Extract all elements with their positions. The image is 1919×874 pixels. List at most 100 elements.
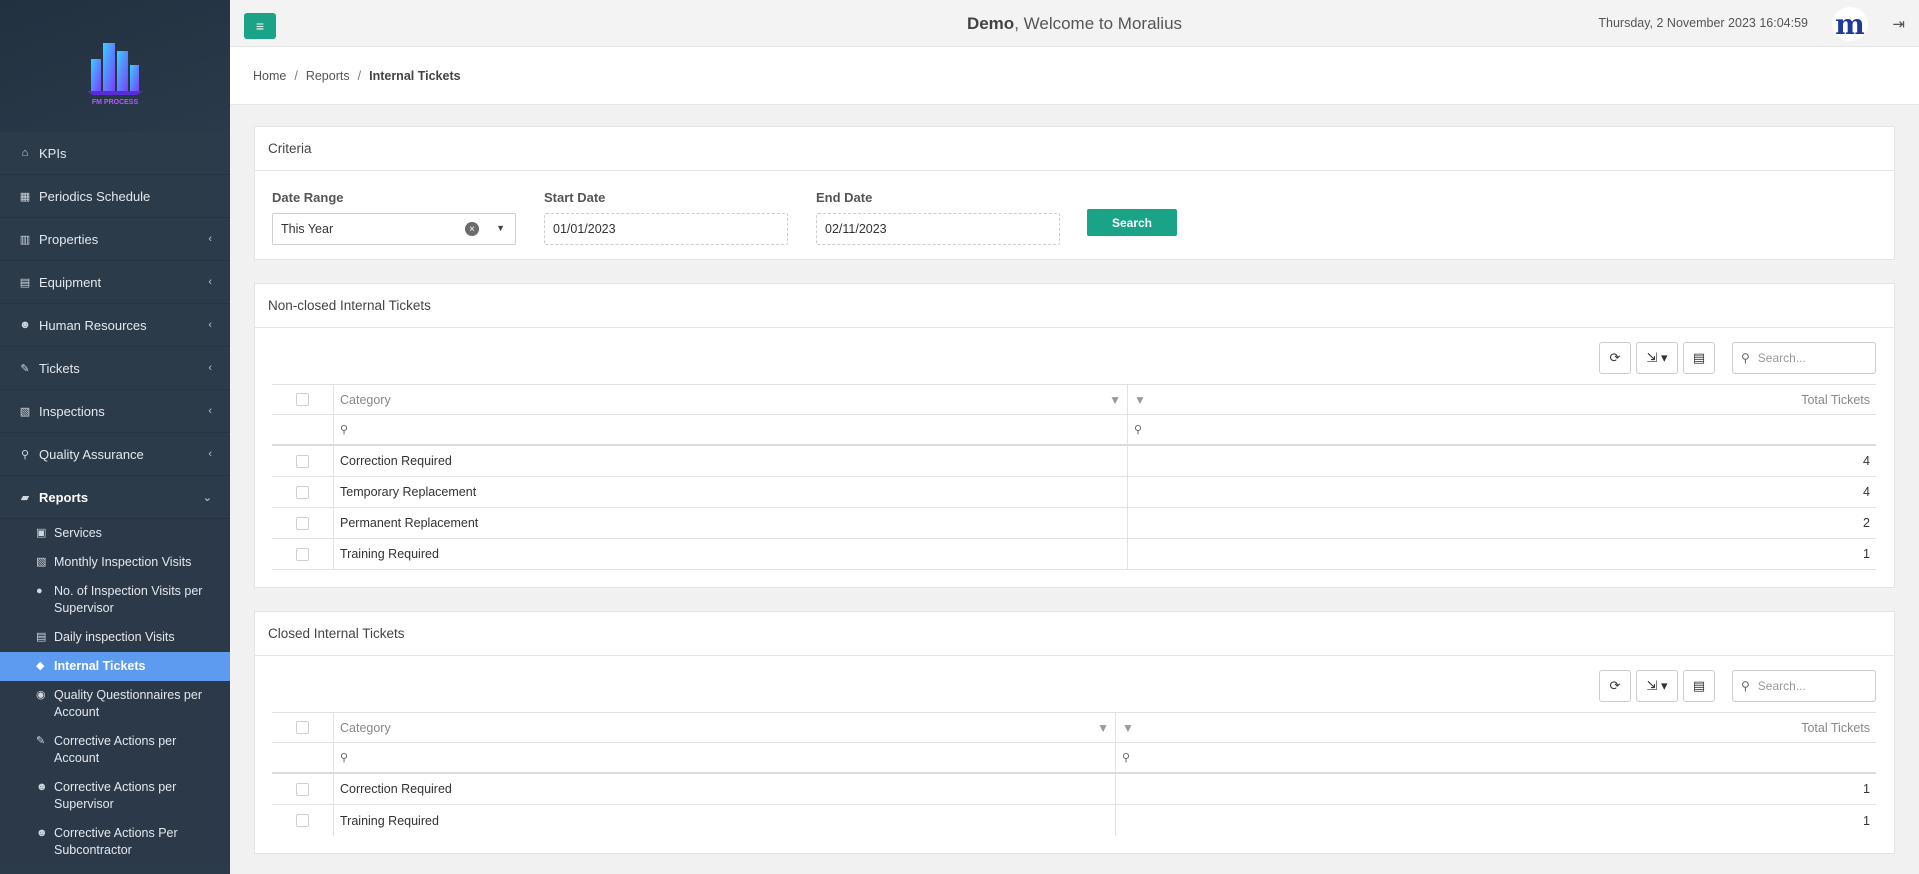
calendar-icon: ▦ xyxy=(19,190,31,203)
clear-icon[interactable]: × xyxy=(465,222,479,236)
table-row[interactable]: Permanent Replacement 2 xyxy=(272,508,1876,539)
export-button[interactable]: ⇲ ▾ xyxy=(1636,342,1678,374)
grid-search-input[interactable]: ⚲ Search... xyxy=(1732,342,1876,374)
moralius-logo-icon[interactable]: m xyxy=(1832,7,1868,41)
sub-label: Monthly Inspection Visits xyxy=(54,555,192,569)
row-checkbox[interactable] xyxy=(296,814,309,827)
row-checkbox[interactable] xyxy=(296,782,309,796)
ticket-icon: ✎ xyxy=(20,362,30,375)
column-header-category[interactable]: Category ▼ xyxy=(334,713,1116,742)
sub-item-internal-tickets[interactable]: ◆ Internal Tickets xyxy=(0,652,230,681)
closed-toolbar: ⟳ ⇲ ▾ ▤ ⚲ Search... xyxy=(1599,670,1876,702)
logout-icon[interactable]: ⇥ xyxy=(1892,15,1905,33)
nav-label: Equipment xyxy=(39,274,102,290)
grid-filter-row: ⚲ ⚲ xyxy=(272,415,1876,446)
select-all-checkbox[interactable] xyxy=(296,393,309,406)
search-button[interactable]: Search xyxy=(1087,209,1177,236)
total-cell: 1 xyxy=(1863,813,1870,828)
map-icon: ▧ xyxy=(36,556,47,568)
row-checkbox[interactable] xyxy=(296,454,309,468)
users-icon: ☻ xyxy=(19,319,31,331)
category-cell: Training Required xyxy=(334,539,1128,569)
nav-item-periodics-schedule[interactable]: ▦ Periodics Schedule xyxy=(0,175,230,218)
category-filter-input[interactable]: ⚲ xyxy=(334,415,1128,444)
table-row[interactable]: Training Required 1 xyxy=(272,805,1876,836)
refresh-icon: ⟳ xyxy=(1609,678,1621,693)
column-chooser-button[interactable]: ▤ xyxy=(1683,342,1715,374)
nav-item-properties[interactable]: ▥ Properties ‹ xyxy=(0,218,230,261)
row-checkbox[interactable] xyxy=(296,485,309,499)
column-chooser-button[interactable]: ▤ xyxy=(1683,670,1715,702)
refresh-button[interactable]: ⟳ xyxy=(1599,342,1631,374)
non-closed-toolbar: ⟳ ⇲ ▾ ▤ ⚲ Search... xyxy=(1599,342,1876,374)
table-row[interactable]: Correction Required 1 xyxy=(272,774,1876,805)
column-header-total[interactable]: ▼ Total Tickets xyxy=(1116,713,1876,742)
select-all-checkbox[interactable] xyxy=(296,721,309,734)
top-header: ≡ Demo, Welcome to Moralius Thursday, 2 … xyxy=(230,0,1919,47)
closed-grid: Category ▼ ▼ Total Tickets ⚲ ⚲ Correctio… xyxy=(272,712,1876,836)
arrow-circle-icon: ◉ xyxy=(36,689,46,701)
search-icon: ⚲ xyxy=(340,424,349,436)
column-header-total[interactable]: ▼ Total Tickets xyxy=(1128,385,1876,414)
columns-icon: ▤ xyxy=(1692,678,1706,693)
nav-item-human-resources[interactable]: ☻ Human Resources ‹ xyxy=(0,304,230,347)
chevron-left-icon: ‹ xyxy=(208,448,212,460)
closed-title: Closed Internal Tickets xyxy=(255,612,1894,656)
nav-item-quality-assurance[interactable]: ⚲ Quality Assurance ‹ xyxy=(0,433,230,476)
refresh-button[interactable]: ⟳ xyxy=(1599,670,1631,702)
refresh-icon: ⟳ xyxy=(1609,350,1621,365)
search-icon: ⚲ xyxy=(1741,679,1750,693)
breadcrumb-home[interactable]: Home xyxy=(253,69,286,83)
row-checkbox[interactable] xyxy=(296,516,309,530)
bars-icon: ≡ xyxy=(255,18,265,34)
sub-item-quality-questionnaires[interactable]: ◉ Quality Questionnaires per Account xyxy=(0,681,230,727)
nav-item-inspections[interactable]: ▧ Inspections ‹ xyxy=(0,390,230,433)
menu-toggle-button[interactable]: ≡ xyxy=(244,13,276,39)
table-row[interactable]: Training Required 1 xyxy=(272,539,1876,570)
sub-item-corrective-actions-account[interactable]: ✎ Corrective Actions per Account xyxy=(0,727,230,773)
filter-icon[interactable]: ▼ xyxy=(1134,393,1146,407)
filter-icon[interactable]: ▼ xyxy=(1122,721,1134,735)
total-cell: 1 xyxy=(1863,547,1870,561)
sub-item-corrective-actions-supervisor[interactable]: ☻ Corrective Actions per Supervisor xyxy=(0,773,230,819)
sub-label: Internal Tickets xyxy=(54,659,146,673)
sub-item-visits-per-supervisor[interactable]: ● No. of Inspection Visits per Superviso… xyxy=(0,577,230,623)
grid-search-placeholder: Search... xyxy=(1757,351,1806,365)
non-closed-title: Non-closed Internal Tickets xyxy=(255,284,1894,328)
end-date-input[interactable]: 02/11/2023 xyxy=(816,213,1060,245)
filter-icon[interactable]: ▼ xyxy=(1097,721,1109,735)
city-logo-icon xyxy=(87,43,143,95)
filter-icon[interactable]: ▼ xyxy=(1109,393,1121,407)
sub-item-monthly-inspection-visits[interactable]: ▧ Monthly Inspection Visits xyxy=(0,548,230,577)
home-icon: ⌂ xyxy=(21,147,29,159)
sidebar-logo[interactable]: FM PROCESS xyxy=(0,0,230,132)
row-checkbox[interactable] xyxy=(296,547,309,561)
nav-item-equipment[interactable]: ▤ Equipment ‹ xyxy=(0,261,230,304)
caret-down-icon[interactable]: ▼ xyxy=(496,223,505,233)
search-icon: ⚲ xyxy=(20,448,30,461)
breadcrumb-reports[interactable]: Reports xyxy=(306,69,350,83)
table-row[interactable]: Correction Required 4 xyxy=(272,446,1876,477)
chevron-left-icon: ‹ xyxy=(208,405,212,417)
nav-item-reports[interactable]: ▰ Reports ⌄ xyxy=(0,476,230,519)
breadcrumb-current: Internal Tickets xyxy=(369,68,461,83)
date-range-select[interactable]: This Year × ▼ xyxy=(272,213,516,245)
nav-item-tickets[interactable]: ✎ Tickets ‹ xyxy=(0,347,230,390)
sub-item-corrective-actions-subcontractor[interactable]: ☻ Corrective Actions Per Subcontractor xyxy=(0,819,230,865)
nav-item-kpis[interactable]: ⌂ KPIs xyxy=(0,132,230,175)
chevron-left-icon: ‹ xyxy=(208,362,212,374)
grid-search-input[interactable]: ⚲ Search... xyxy=(1732,670,1876,702)
sub-item-daily-inspection-visits[interactable]: ▤ Daily inspection Visits xyxy=(0,623,230,652)
chevron-left-icon: ‹ xyxy=(208,319,212,331)
total-filter-input[interactable]: ⚲ xyxy=(1116,743,1876,772)
export-icon: ⇲ ▾ xyxy=(1646,350,1668,365)
start-date-input[interactable]: 01/01/2023 xyxy=(544,213,788,245)
non-closed-tickets-panel: Non-closed Internal Tickets ⟳ ⇲ ▾ ▤ ⚲ Se… xyxy=(254,283,1895,588)
category-filter-input[interactable]: ⚲ xyxy=(334,743,1116,772)
column-header-category[interactable]: Category ▼ xyxy=(334,385,1128,414)
export-button[interactable]: ⇲ ▾ xyxy=(1636,670,1678,702)
total-filter-input[interactable]: ⚲ xyxy=(1128,415,1876,444)
chevron-left-icon: ‹ xyxy=(208,233,212,245)
table-row[interactable]: Temporary Replacement 4 xyxy=(272,477,1876,508)
sub-item-services[interactable]: ▣ Services xyxy=(0,519,230,548)
